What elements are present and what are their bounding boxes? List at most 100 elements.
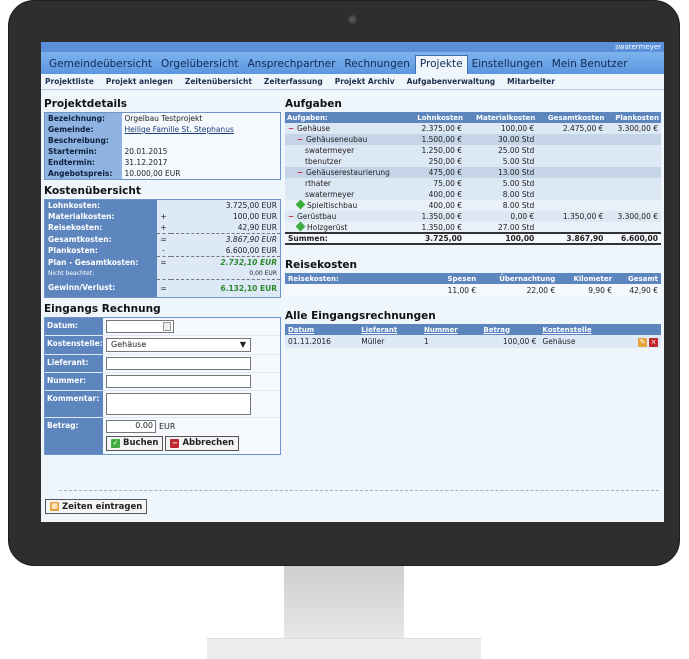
aufgabe-mat: 5.00 Std (465, 178, 538, 189)
collapse-icon[interactable]: − (297, 135, 306, 144)
betrag-input[interactable]: 0.00 (106, 419, 156, 433)
kosten-row: Nicht beachtet: 0,00 EUR (44, 268, 281, 279)
aufgabe-plan (606, 222, 661, 233)
kosten-value: 100,00 EUR (170, 211, 281, 222)
detail-key: Beschreibung: (44, 135, 122, 146)
nav-tab-0[interactable]: Gemeindeübersicht (45, 58, 157, 74)
aufgaben-header-cell: Gesamtkosten (537, 112, 607, 123)
reise-cell: 42,90 € (615, 284, 661, 296)
collapse-icon[interactable]: − (288, 124, 297, 133)
nav-tab-3[interactable]: Rechnungen (340, 58, 414, 74)
detail-value: 31.12.2017 (121, 157, 281, 168)
delete-icon[interactable]: × (649, 337, 658, 347)
chevron-down-icon: ▼ (239, 339, 246, 349)
nav-tab-5[interactable]: Einstellungen (468, 58, 548, 74)
aufgabe-row[interactable]: swatermeyer 400,00 €8.00 Std (285, 189, 661, 200)
betrag-label: Betrag: (45, 417, 103, 454)
aufgabe-name: Spieltischbau (307, 201, 358, 210)
edit-icon[interactable]: ✎ (638, 337, 647, 347)
aufgaben-table: Aufgaben: Lohnkosten Materialkosten Gesamtk… (285, 112, 661, 245)
subnav-item-4[interactable]: Projekt Archiv (335, 77, 395, 86)
aufgabe-name: rthater (305, 179, 332, 188)
nav-tab-6[interactable]: Mein Benutzer (548, 58, 633, 74)
nav-tab-4[interactable]: Projekte (414, 55, 468, 74)
aufgabe-name-cell: swatermeyer (285, 189, 409, 200)
aufgabe-row[interactable]: swatermeyer 1.250,00 €25.00 Std (285, 145, 661, 156)
detail-row: Startermin: 20.01.2015 (44, 146, 281, 157)
zeiten-eintragen-button[interactable]: ▦ Zeiten eintragen (45, 499, 148, 514)
detail-key: Endtermin: (44, 157, 122, 168)
aufgabe-row[interactable]: − Gehäuserestaurierung 475,00 €13.00 Std (285, 167, 661, 178)
aufgabe-ges (537, 156, 607, 167)
aufgabe-mat: 13.00 Std (465, 167, 538, 178)
eingangsrechnungen-table: Datum Lieferant Nummer Betrag Kostenstelle 01… (285, 324, 661, 348)
subnav-item-3[interactable]: Zeiterfassung (264, 77, 323, 86)
er-header-cell[interactable]: Kostenstelle (539, 324, 623, 335)
detail-row: Beschreibung: (44, 135, 281, 146)
aufgabe-mat: 100,00 € (465, 123, 538, 134)
aufgabe-row[interactable]: − Gehäuse 2.375,00 €100,00 €2.475,00 €3.30… (285, 123, 661, 134)
aufgabe-name: Gerüstbau (297, 212, 337, 221)
kosten-value: 3.725,00 EUR (170, 199, 281, 211)
nav-tab-1[interactable]: Orgelübersicht (157, 58, 243, 74)
aufgabe-row[interactable]: − Gehäuseneubau 1.500,00 €30.00 Std (285, 134, 661, 145)
kosten-key: Plankosten: (44, 245, 157, 257)
gemeinde-link[interactable]: Heilige Familie St. Stephanus (125, 125, 234, 134)
kostenuebersicht-table: Lohnkosten: 3.725,00 EUR Materialkosten: +1… (44, 199, 281, 298)
er-header-cell[interactable]: Nummer (421, 324, 481, 335)
er-header-cell[interactable]: Lieferant (358, 324, 422, 335)
subnav-item-2[interactable]: Zeitenübersicht (185, 77, 252, 86)
er-row[interactable]: 01.11.2016 Müller 1 100,00 € Gehäuse ✎ × (285, 335, 661, 348)
kosten-row: Lohnkosten: 3.725,00 EUR (44, 199, 281, 211)
aufgabe-plan (606, 156, 661, 167)
aufgabe-row[interactable]: Holzgerüst 1.350,00 €27.00 Std (285, 221, 661, 233)
task-icon (295, 221, 306, 231)
subnav-item-0[interactable]: Projektliste (45, 77, 94, 86)
collapse-icon[interactable]: − (297, 168, 306, 177)
detail-key: Bezeichnung: (44, 112, 122, 124)
calendar-icon[interactable] (163, 321, 171, 331)
aufgaben-header-cell: Plankosten (606, 112, 661, 123)
aufgabe-row[interactable]: − Gerüstbau 1.350,00 €0,00 €1.350,00 €3.30… (285, 211, 661, 222)
aufgabe-mat: 30.00 Std (465, 134, 538, 145)
aufgabe-lohn: 475,00 € (408, 167, 466, 178)
aufgabe-mat: 25.00 Std (465, 145, 538, 156)
aufgabe-row[interactable]: rthater 75,00 €5.00 Std (285, 178, 661, 189)
aufgabe-lohn: 1.350,00 € (408, 211, 466, 222)
kommentar-textarea[interactable] (106, 392, 251, 415)
detail-key: Gemeinde: (44, 124, 122, 135)
subnav-item-5[interactable]: Aufgabenverwaltung (407, 77, 496, 86)
reise-cell: 22,00 € (479, 284, 559, 296)
er-header-cell[interactable]: Datum (285, 324, 359, 335)
zeiten-eintragen-label: Zeiten eintragen (62, 501, 143, 512)
abbrechen-button[interactable]: − Abbrechen (165, 435, 240, 451)
er-header-cell[interactable]: Betrag (480, 324, 540, 335)
kosten-key: Plan - Gesamtkosten: (44, 256, 157, 268)
summen-ges: 3.867,90 (537, 232, 607, 245)
nummer-input[interactable] (106, 374, 251, 388)
nav-tab-2[interactable]: Ansprechpartner (243, 58, 340, 74)
kosten-value: 2.732,10 EUR (170, 256, 281, 268)
aufgaben-header-cell: Materialkosten (465, 112, 538, 123)
aufgabe-name: Holzgerüst (307, 222, 348, 232)
detail-row: Bezeichnung: Orgelbau Testprojekt (44, 112, 281, 124)
detail-value: Orgelbau Testprojekt (121, 112, 281, 124)
aufgabe-lohn: 1.350,00 € (408, 222, 466, 233)
aufgabe-row[interactable]: tbenutzer 250,00 €5.00 Std (285, 156, 661, 167)
divider (59, 490, 659, 491)
aufgabe-row[interactable]: Spieltischbau 400,00 €8.00 Std (285, 199, 661, 211)
aufgabe-mat: 8.00 Std (465, 189, 538, 200)
kosten-row: Gesamtkosten: = 3.867,90 EUR (44, 233, 281, 245)
subnav-item-6[interactable]: Mitarbeiter (507, 77, 555, 86)
monitor-frame: swatermeyer Gemeindeübersicht Orgelübersi… (8, 0, 680, 566)
aufgabe-name-cell: − Gehäuseneubau (285, 134, 409, 145)
collapse-icon[interactable]: − (288, 212, 297, 221)
kosten-operator (156, 199, 171, 211)
aufgabe-mat: 5.00 Std (465, 156, 538, 167)
subnav-item-1[interactable]: Projekt anlegen (106, 77, 173, 86)
lieferant-input[interactable] (106, 356, 251, 370)
alle-title: Alle Eingangsrechnungen (285, 310, 436, 322)
datum-input[interactable] (106, 319, 174, 333)
kostenstelle-select[interactable]: Gehäuse ▼ (106, 337, 251, 352)
buchen-button[interactable]: ✓ Buchen (106, 435, 164, 451)
